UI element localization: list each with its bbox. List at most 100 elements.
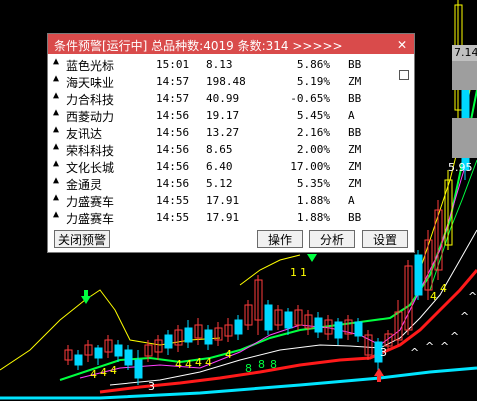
analyze-button[interactable]: 分析 bbox=[309, 230, 355, 248]
price-mid-label: 5.95 bbox=[448, 161, 473, 174]
candle-body bbox=[284, 311, 293, 329]
stock-name: 蓝色光标 bbox=[66, 59, 115, 73]
signal-flag: ZM bbox=[348, 143, 362, 156]
row-arrow-icon: ▲ bbox=[53, 107, 60, 118]
chart-marker-label: 3 bbox=[148, 380, 155, 393]
row-arrow-icon: ▲ bbox=[53, 90, 60, 101]
candle-body bbox=[94, 347, 103, 359]
alert-row[interactable]: ▲ 西菱动力 14:56 19.17 5.45% A bbox=[52, 107, 394, 124]
chart-marker-label: 4 bbox=[100, 366, 107, 379]
candle-body bbox=[134, 359, 143, 379]
alert-price: 198.48 bbox=[206, 75, 246, 88]
settings-button[interactable]: 设置 bbox=[362, 230, 408, 248]
alert-price: 8.65 bbox=[206, 143, 233, 156]
candle-body bbox=[124, 349, 133, 366]
alert-row[interactable]: ▲ 海天味业 14:57 198.48 5.19% ZM bbox=[52, 73, 394, 90]
stock-name: 友讯达 bbox=[66, 127, 103, 141]
alert-row[interactable]: ▲ 文化长城 14:56 6.40 17.00% ZM bbox=[52, 158, 394, 175]
candle-body bbox=[354, 321, 363, 337]
stock-name: 西菱动力 bbox=[66, 110, 115, 124]
alert-row[interactable]: ▲ 友讯达 14:56 13.27 2.16% BB bbox=[52, 124, 394, 141]
chart-marker-label: 4 bbox=[440, 282, 447, 295]
change-percent: 5.35% bbox=[296, 177, 330, 190]
chart-marker-label: ^ bbox=[450, 330, 459, 343]
close-alert-button[interactable]: 关闭预警 bbox=[54, 230, 110, 248]
alert-price: 8.13 bbox=[206, 58, 233, 71]
ma-line bbox=[0, 366, 477, 400]
alert-price: 5.12 bbox=[206, 177, 233, 190]
chart-marker-label: 4 bbox=[195, 356, 202, 369]
alert-row[interactable]: ▲ 蓝色光标 15:01 8.13 5.86% BB bbox=[52, 56, 394, 73]
candle-body bbox=[314, 317, 323, 333]
alert-time: 14:55 bbox=[156, 194, 190, 207]
signal-flag: ZM bbox=[348, 177, 362, 190]
alert-time: 14:57 bbox=[156, 92, 190, 105]
change-percent: 2.00% bbox=[296, 143, 330, 156]
change-percent: 1.88% bbox=[296, 211, 330, 224]
alert-time: 14:56 bbox=[156, 143, 190, 156]
up-arrow-icon bbox=[377, 376, 381, 382]
operate-button[interactable]: 操作 bbox=[257, 230, 303, 248]
price-axis-block bbox=[452, 60, 477, 90]
signal-flag: A bbox=[348, 194, 355, 207]
row-arrow-icon: ▲ bbox=[53, 158, 60, 169]
signal-flag: A bbox=[348, 109, 355, 122]
chart-marker-label: 4 bbox=[110, 364, 117, 377]
candle-body bbox=[184, 327, 193, 343]
alert-price: 6.40 bbox=[206, 160, 233, 173]
up-arrow-icon bbox=[374, 368, 384, 376]
signal-flag: ZM bbox=[348, 160, 362, 173]
chart-marker-label: ^ bbox=[410, 346, 419, 359]
alert-list[interactable]: ▲ 蓝色光标 15:01 8.13 5.86% BB ▲ 海天味业 14:57 198.48 5.1… bbox=[52, 56, 394, 226]
alert-price: 17.91 bbox=[206, 194, 240, 207]
alert-time: 14:55 bbox=[156, 211, 190, 224]
row-arrow-icon: ▲ bbox=[53, 175, 60, 186]
alert-price: 17.91 bbox=[206, 211, 240, 224]
row-arrow-icon: ▲ bbox=[53, 192, 60, 203]
scroll-checkbox[interactable] bbox=[399, 70, 409, 80]
chart-marker-label: 1 bbox=[300, 266, 307, 279]
stock-name: 力盛赛车 bbox=[66, 212, 115, 226]
alert-row[interactable]: ▲ 力合科技 14:57 40.99 -0.65% BB bbox=[52, 90, 394, 107]
change-percent: 1.88% bbox=[296, 194, 330, 207]
alert-row[interactable]: ▲ 荣科科技 14:56 8.65 2.00% ZM bbox=[52, 141, 394, 158]
row-arrow-icon: ▲ bbox=[53, 209, 60, 220]
signal-flag: ZM bbox=[348, 75, 362, 88]
stock-name: 海天味业 bbox=[66, 76, 115, 90]
alert-time: 14:56 bbox=[156, 160, 190, 173]
down-arrow-icon bbox=[307, 254, 317, 262]
chart-marker-label: 4 bbox=[225, 348, 232, 361]
chart-marker-label: ^ bbox=[440, 340, 449, 353]
alert-dialog: 条件预警[运行中] 总品种数:4019 条数:314 >>>>> ✕ ▲ 蓝色光标… bbox=[47, 33, 415, 253]
alert-row[interactable]: ▲ 力盛赛车 14:55 17.91 1.88% BB bbox=[52, 209, 394, 226]
candle-body bbox=[234, 319, 243, 335]
change-percent: -0.65% bbox=[290, 92, 330, 105]
alert-time: 14:56 bbox=[156, 177, 190, 190]
alert-price: 40.99 bbox=[206, 92, 240, 105]
price-axis-block bbox=[452, 118, 477, 158]
candle-body bbox=[264, 304, 273, 331]
alert-row[interactable]: ▲ 力盛赛车 14:55 17.91 1.88% A bbox=[52, 192, 394, 209]
alert-time: 14:57 bbox=[156, 75, 190, 88]
change-percent: 2.16% bbox=[296, 126, 330, 139]
alert-time: 14:56 bbox=[156, 126, 190, 139]
chart-marker-label: ^ bbox=[468, 290, 477, 303]
chart-marker-label: 4 bbox=[185, 358, 192, 371]
alert-time: 15:01 bbox=[156, 58, 190, 71]
stock-name: 力合科技 bbox=[66, 93, 115, 107]
close-icon[interactable]: ✕ bbox=[394, 36, 410, 52]
candle-body bbox=[114, 344, 123, 357]
change-percent: 5.45% bbox=[296, 109, 330, 122]
signal-flag: BB bbox=[348, 126, 362, 139]
signal-flag: BB bbox=[348, 211, 362, 224]
stock-name: 力盛赛车 bbox=[66, 195, 115, 209]
dialog-titlebar[interactable]: 条件预警[运行中] 总品种数:4019 条数:314 >>>>> ✕ bbox=[48, 34, 414, 54]
candle-body bbox=[164, 334, 173, 349]
scrollbar[interactable] bbox=[398, 56, 410, 226]
alert-time: 14:56 bbox=[156, 109, 190, 122]
stock-name: 金通灵 bbox=[66, 178, 103, 192]
alert-row[interactable]: ▲ 金通灵 14:56 5.12 5.35% ZM bbox=[52, 175, 394, 192]
chart-marker-label: 4 bbox=[430, 290, 437, 303]
chart-marker-label: ^ bbox=[460, 310, 469, 323]
chart-marker-label: 4 bbox=[175, 358, 182, 371]
